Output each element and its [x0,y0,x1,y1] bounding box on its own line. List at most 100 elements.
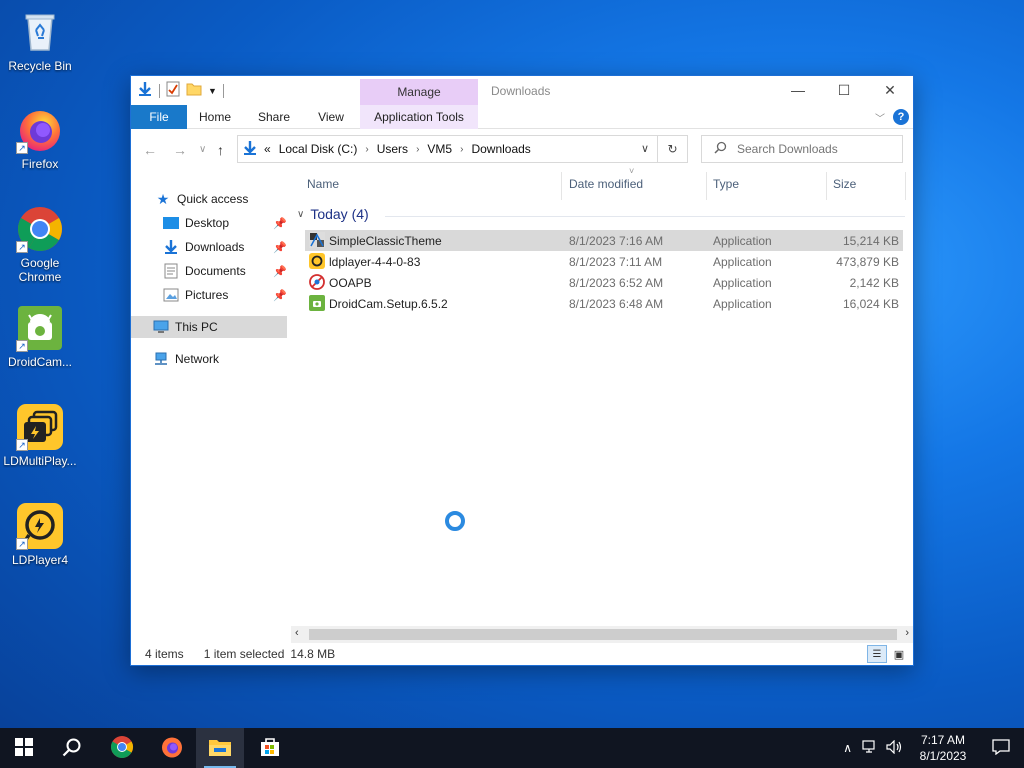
breadcrumb-separator-icon[interactable]: › [365,144,368,155]
group-header-today[interactable]: ∨ Today (4) [297,206,369,222]
nav-label: Pictures [185,288,229,302]
pin-icon[interactable]: 📌 [273,265,287,278]
large-icons-view-icon: ▣ [893,648,905,661]
taskbar-chrome-button[interactable] [98,728,146,768]
start-button[interactable] [0,728,48,768]
ooapb-app-icon [309,274,325,290]
column-header-name[interactable]: Name [307,172,339,196]
taskbar-firefox-button[interactable] [148,728,196,768]
file-name: OOAPB [329,276,372,290]
quick-access-toolbar: ▼ [137,81,224,100]
breadcrumb-users[interactable]: Users [377,142,408,156]
column-header-size[interactable]: Size [833,172,856,196]
up-arrow-icon[interactable]: ↑ [217,142,224,158]
desktop-icon-ldmultiplayer[interactable]: ↗ LDMultiPlay... [2,403,78,468]
minimize-button[interactable]: — [775,76,821,104]
column-header-type[interactable]: Type [713,172,739,196]
new-folder-icon[interactable] [186,81,202,100]
forward-arrow-icon[interactable]: → [173,142,187,158]
tab-application-tools[interactable]: Application Tools [360,105,478,129]
nav-this-pc[interactable]: This PC [131,316,287,338]
recent-locations-chevron-icon[interactable]: ∨ [199,144,206,155]
expand-ribbon-icon[interactable]: ﹀ [875,110,885,125]
tab-file[interactable]: File [131,105,187,129]
nav-network[interactable]: Network [153,348,219,370]
show-hidden-icons-chevron-icon[interactable]: ∧ [843,741,852,755]
manage-contextual-tab[interactable]: Manage [360,79,478,105]
tab-view[interactable]: View [309,105,353,129]
file-explorer-window[interactable]: ▼ Manage Downloads — ☐ ✕ File Home Share… [130,75,914,666]
horizontal-scrollbar[interactable]: ‹ › [291,626,913,643]
search-box[interactable] [701,135,903,163]
breadcrumb-separator-icon[interactable]: › [416,144,419,155]
volume-icon[interactable] [886,739,904,757]
search-icon [714,141,727,157]
properties-icon[interactable] [166,81,180,100]
refresh-button[interactable]: ↻ [658,135,688,163]
file-row[interactable]: SimpleClassicTheme 8/1/2023 7:16 AM Appl… [305,230,903,251]
nav-downloads[interactable]: Downloads 📌 [163,236,287,258]
collapse-chevron-icon[interactable]: ∨ [297,209,304,220]
firefox-icon [160,735,184,762]
desktop-icon-droidcam[interactable]: ↗ DroidCam... [2,304,78,369]
nav-desktop[interactable]: Desktop 📌 [163,212,287,234]
breadcrumb-downloads[interactable]: Downloads [471,142,530,156]
taskbar-file-explorer-button[interactable] [196,728,244,768]
desktop-icon-label: Recycle Bin [8,59,72,73]
desktop-icon-ldplayer[interactable]: ↗ LDPlayer4 [2,502,78,567]
tab-share[interactable]: Share [249,105,299,129]
file-row[interactable]: DroidCam.Setup.6.5.2 8/1/2023 6:48 AM Ap… [305,293,903,314]
address-bar[interactable]: « Local Disk (C:) › Users › VM5 › Downlo… [237,135,658,163]
close-button[interactable]: ✕ [867,76,913,104]
search-input[interactable] [737,142,887,156]
column-divider[interactable] [561,172,562,200]
scrollbar-thumb[interactable] [309,629,897,640]
desktop-icon-recycle-bin[interactable]: Recycle Bin [2,8,78,73]
desktop-icon-firefox[interactable]: ↗ Firefox [2,106,78,171]
file-type: Application [713,297,772,311]
pin-icon[interactable]: 📌 [273,241,287,254]
nav-pictures[interactable]: Pictures 📌 [163,284,287,306]
address-dropdown-icon[interactable]: ∨ [641,142,649,155]
shortcut-arrow-icon: ↗ [16,439,28,451]
details-view-button[interactable]: ☰ [867,645,887,663]
scroll-right-icon[interactable]: › [905,627,909,639]
search-button[interactable] [48,728,96,768]
nav-quick-access[interactable]: ★ Quick access [155,188,249,210]
pictures-folder-icon [163,287,179,303]
column-divider[interactable] [826,172,827,200]
large-icons-view-button[interactable]: ▣ [889,645,909,663]
maximize-button[interactable]: ☐ [821,76,867,104]
file-row[interactable]: OOAPB 8/1/2023 6:52 AM Application 2,142… [305,272,903,293]
back-arrow-icon[interactable]: ← [143,142,157,158]
breadcrumb-local-disk[interactable]: Local Disk (C:) [279,142,358,156]
help-icon[interactable]: ? [893,109,909,125]
customize-toolbar-dropdown-icon[interactable]: ▼ [208,86,217,96]
tab-home[interactable]: Home [193,105,237,129]
pin-icon[interactable]: 📌 [273,289,287,302]
network-status-icon[interactable] [862,739,878,757]
scroll-left-icon[interactable]: ‹ [295,627,299,639]
file-row[interactable]: ldplayer-4-4-0-83 8/1/2023 7:11 AM Appli… [305,251,903,272]
pin-icon[interactable]: 📌 [273,217,287,230]
breadcrumb-overflow[interactable]: « [264,142,271,156]
taskbar-store-button[interactable] [246,728,294,768]
desktop-icon-chrome[interactable]: ↗ Google Chrome [2,205,78,284]
downloads-arrow-icon [137,81,153,100]
file-size: 2,142 KB [849,276,899,290]
windows-logo-icon [15,737,33,759]
breadcrumb-separator-icon[interactable]: › [460,144,463,155]
taskbar-clock[interactable]: 7:17 AM 8/1/2023 [908,732,978,764]
status-selection-size: 14.8 MB [290,647,336,661]
file-name: DroidCam.Setup.6.5.2 [329,297,448,311]
action-center-button[interactable] [978,738,1024,758]
column-divider[interactable] [706,172,707,200]
file-size: 16,024 KB [842,297,899,311]
network-icon [153,351,169,367]
nav-documents[interactable]: Documents 📌 [163,260,287,282]
title-bar[interactable]: ▼ Manage Downloads — ☐ ✕ [131,76,913,105]
nav-label: Desktop [185,216,230,230]
toolbar-divider [159,83,160,98]
breadcrumb-vm5[interactable]: VM5 [427,142,452,156]
column-divider[interactable] [905,172,906,200]
